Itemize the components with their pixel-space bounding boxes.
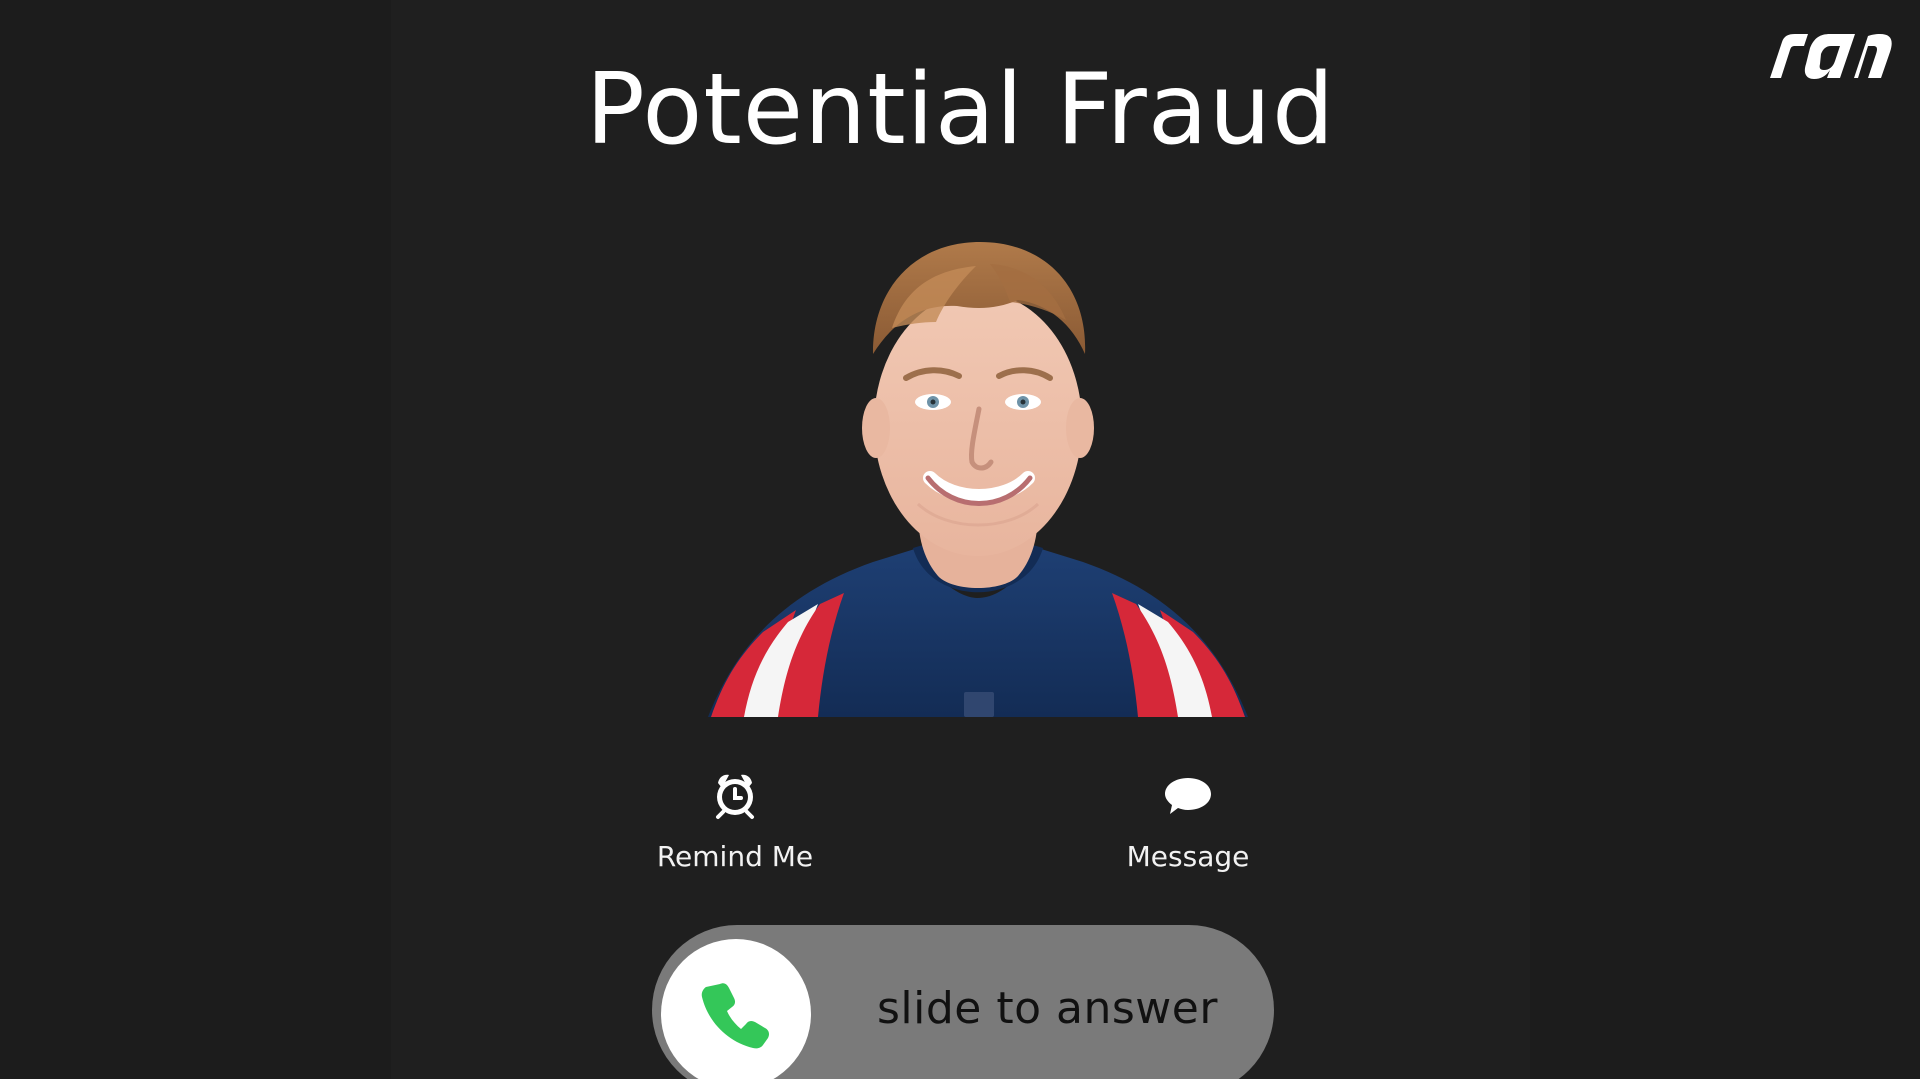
phone-icon <box>701 983 769 1049</box>
message-button[interactable]: Message <box>1078 770 1298 873</box>
answer-slider[interactable]: slide to answer <box>652 925 1274 1079</box>
answer-knob[interactable] <box>661 939 811 1079</box>
ran-logo-icon <box>1760 28 1892 84</box>
avatar <box>668 212 1288 717</box>
remind-me-button[interactable]: Remind Me <box>625 770 845 873</box>
remind-me-label: Remind Me <box>656 840 814 873</box>
alarm-clock-icon <box>710 770 760 820</box>
slide-to-answer-text: slide to answer <box>877 983 1218 1034</box>
call-title: Potential Fraud <box>585 53 1336 167</box>
call-screen: Potential Fraud Remind Me Message slide … <box>0 0 1920 1079</box>
speech-bubble-icon <box>1163 770 1213 820</box>
message-label: Message <box>1126 840 1250 873</box>
